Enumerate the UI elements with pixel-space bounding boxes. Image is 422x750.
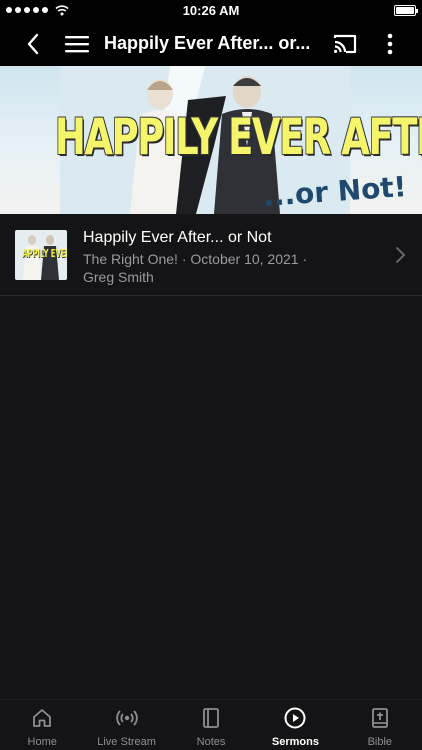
page-title: Happily Ever After... or... bbox=[104, 33, 309, 53]
more-options-icon[interactable] bbox=[378, 30, 402, 58]
chevron-right-icon bbox=[396, 247, 405, 263]
tab-label: Live Stream bbox=[97, 736, 156, 748]
battery-fill bbox=[396, 7, 414, 14]
battery-icon bbox=[394, 5, 418, 16]
sermon-banner: HAPPILY EVER AFTER ...or Not! bbox=[0, 66, 422, 214]
notes-icon bbox=[203, 708, 219, 728]
sermon-speaker: Greg Smith bbox=[83, 269, 154, 285]
sermon-list-item[interactable]: APPILY EVER AFT Happily Ever After... or… bbox=[0, 214, 422, 296]
status-bar: 10:26 AM bbox=[0, 0, 422, 22]
tab-home[interactable]: Home bbox=[0, 700, 84, 750]
status-time: 10:26 AM bbox=[182, 3, 240, 18]
back-chevron-icon[interactable] bbox=[20, 30, 48, 58]
home-icon bbox=[33, 709, 52, 727]
sermon-series-date: The Right One! · October 10, 2021 · bbox=[83, 251, 308, 267]
thumbnail-text: APPILY EVER AFT bbox=[22, 247, 67, 260]
tab-bar: Home Live Stream Notes Sermons Bible bbox=[0, 699, 422, 750]
sermon-title: Happily Ever After... or Not bbox=[83, 229, 272, 246]
tab-label: Bible bbox=[367, 736, 393, 748]
play-circle-icon bbox=[284, 707, 306, 729]
tab-bible[interactable]: Bible bbox=[338, 700, 422, 750]
sermon-thumbnail: APPILY EVER AFT bbox=[15, 230, 67, 280]
banner-title: HAPPILY EVER AFTER bbox=[54, 108, 422, 166]
tab-label: Sermons bbox=[271, 736, 319, 748]
tab-label: Home bbox=[27, 736, 57, 748]
bible-icon bbox=[371, 708, 388, 728]
app-screen: 10:26 AM Happily Ever After... or... HAP… bbox=[0, 0, 422, 750]
sermon-meta: The Right One! · October 10, 2021 · Greg… bbox=[83, 250, 363, 286]
tab-label: Notes bbox=[196, 736, 226, 748]
broadcast-icon bbox=[115, 710, 138, 726]
tab-live-stream[interactable]: Live Stream bbox=[84, 700, 168, 750]
hamburger-menu-icon[interactable] bbox=[62, 31, 92, 57]
tab-sermons[interactable]: Sermons bbox=[253, 700, 337, 750]
tab-notes[interactable]: Notes bbox=[169, 700, 253, 750]
cast-icon[interactable] bbox=[330, 30, 360, 58]
nav-bar: Happily Ever After... or... bbox=[0, 22, 422, 66]
